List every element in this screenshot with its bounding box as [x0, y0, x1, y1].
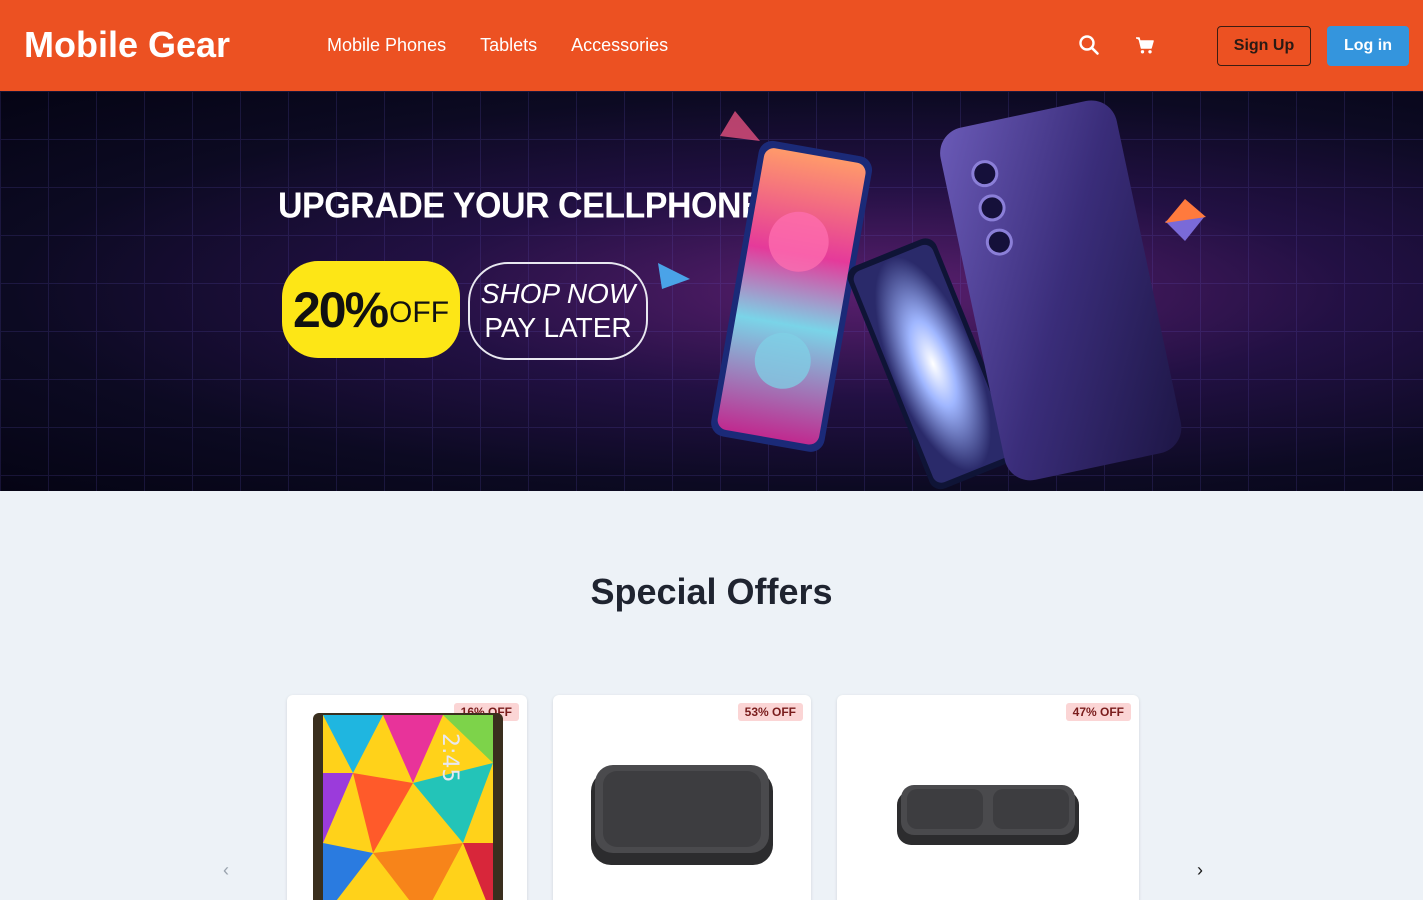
product-card[interactable]: 47% OFF	[837, 695, 1139, 900]
wireless-charger-image	[591, 765, 773, 865]
duo-charger-image	[897, 785, 1079, 845]
chevron-left-icon[interactable]: ‹	[216, 860, 236, 880]
nav-tablets[interactable]: Tablets	[480, 33, 537, 57]
log-in-button[interactable]: Log in	[1327, 26, 1409, 66]
nav-accessories[interactable]: Accessories	[571, 33, 668, 57]
cta-line-2: PAY LATER	[484, 312, 632, 343]
svg-text:2:45: 2:45	[437, 733, 462, 782]
special-offers-title: Special Offers	[590, 571, 833, 612]
main-nav: Mobile Phones Tablets Accessories	[327, 33, 668, 57]
search-icon[interactable]	[1078, 34, 1100, 56]
brand-logo[interactable]: Mobile Gear	[24, 25, 230, 65]
discount-tag: 53% OFF	[737, 703, 803, 721]
site-header: Mobile Gear Mobile Phones Tablets Access…	[0, 0, 1423, 91]
discount-tag: 47% OFF	[1065, 703, 1131, 721]
discount-badge: 20% OFF	[282, 261, 460, 358]
sign-up-button[interactable]: Sign Up	[1217, 26, 1311, 66]
hero-banner[interactable]: UPGRADE YOUR CELLPHONE 20% OFF SHOP NOW …	[0, 91, 1423, 491]
product-card[interactable]: 53% OFF	[553, 695, 811, 900]
shop-now-badge[interactable]: SHOP NOW PAY LATER	[468, 262, 648, 360]
product-card[interactable]: 16% OFF 2:45	[287, 695, 527, 900]
discount-suffix: OFF	[389, 295, 450, 329]
chevron-right-icon[interactable]: ›	[1190, 860, 1210, 880]
discount-value: 20%	[292, 281, 389, 338]
tablet-image: 2:45	[313, 713, 503, 900]
cart-icon[interactable]	[1134, 34, 1156, 56]
cta-line-1: SHOP NOW	[480, 278, 636, 309]
nav-mobile-phones[interactable]: Mobile Phones	[327, 33, 446, 57]
hero-phones-image	[658, 100, 1206, 490]
